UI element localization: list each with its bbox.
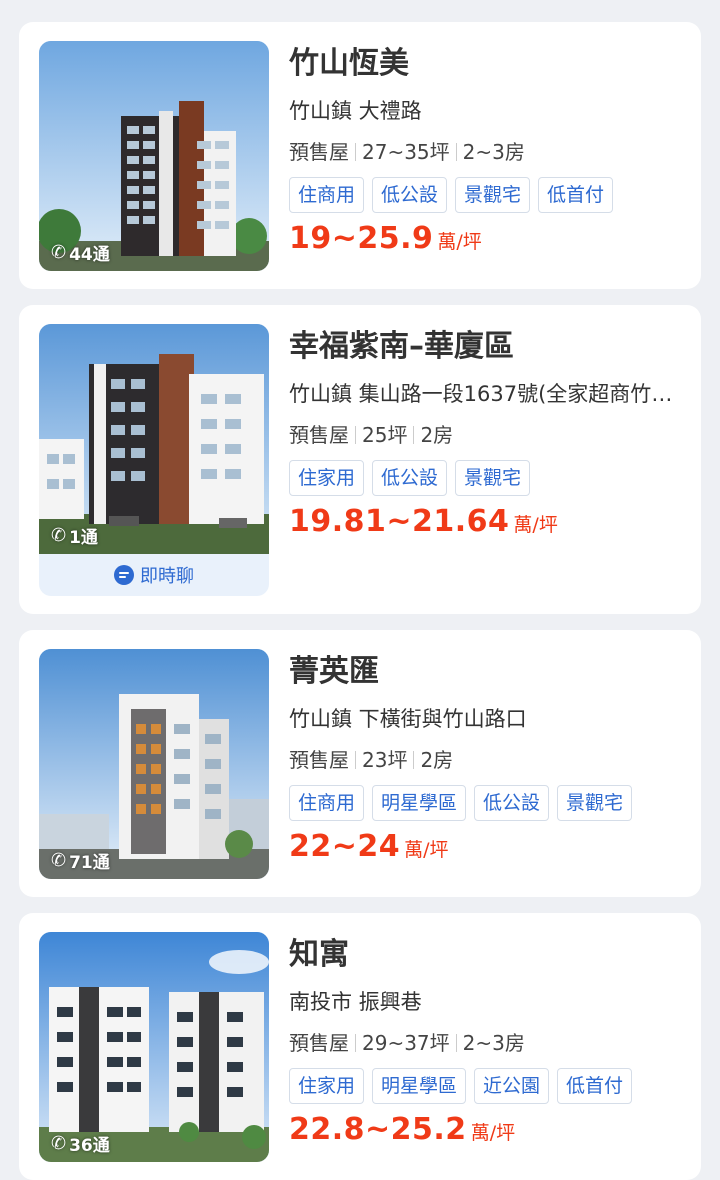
call-count-text: 71通 [69,853,110,873]
listing-size: 25坪 [362,423,408,447]
listing-name[interactable]: 知寓 [289,936,681,974]
feature-tag: 低公設 [474,785,550,821]
listing-size: 23坪 [362,748,408,772]
feature-tag: 低首付 [538,177,614,213]
phone-icon: ✆ [51,850,67,871]
price-value: 19.81~21.64 [289,504,510,539]
listing-photo[interactable]: ✆ 1通 [39,324,269,554]
building-render-image [39,41,269,271]
building-render-image [39,932,269,1162]
listing-meta: 預售屋 27~35坪 2~3房 [289,139,681,165]
listing-photo[interactable]: ✆ 36通 [39,932,269,1162]
listing-card[interactable]: ✆ 71通 菁英匯 竹山鎮 下橫街與竹山路口 預售屋 23坪 2房 住商用 明星… [19,630,701,897]
listing-price: 19~25.9 萬/坪 [289,221,681,256]
listing-address: 竹山鎮 集山路一段1637號(全家超商竹山集山店旁) [289,382,681,406]
tag-list: 住商用 低公設 景觀宅 低首付 [289,177,681,213]
listing-name[interactable]: 菁英匯 [289,653,681,691]
tag-list: 住家用 低公設 景觀宅 [289,460,681,496]
price-unit: 萬/坪 [404,839,449,861]
listing-size: 29~37坪 [362,1031,450,1055]
tag-list: 住家用 明星學區 近公園 低首付 [289,1068,681,1104]
divider [455,143,457,161]
listing-address: 南投市 振興巷 [289,990,422,1014]
call-count-text: 44通 [69,245,110,265]
feature-tag: 景觀宅 [557,785,633,821]
listing-list: ✆ 44通 竹山恆美 竹山鎮 大禮路 預售屋 27~35坪 2~3房 住商用 低… [0,0,720,1180]
price-value: 19~25.9 [289,221,434,256]
price-value: 22~24 [289,829,401,864]
chat-bubble-icon [114,565,134,585]
listing-meta: 預售屋 25坪 2房 [289,422,681,448]
feature-tag: 低公設 [372,460,448,496]
feature-tag: 住家用 [289,1068,365,1104]
listing-card[interactable]: ✆ 44通 竹山恆美 竹山鎮 大禮路 預售屋 27~35坪 2~3房 住商用 低… [19,22,701,289]
feature-tag: 明星學區 [372,1068,467,1104]
listing-rooms: 2房 [420,748,454,772]
listing-rooms: 2~3房 [462,140,525,164]
listing-name[interactable]: 竹山恆美 [289,45,681,83]
call-count-text: 1通 [69,528,98,548]
listing-size: 27~35坪 [362,140,450,164]
divider [355,426,356,444]
listing-price: 22~24 萬/坪 [289,829,681,864]
listing-meta: 預售屋 29~37坪 2~3房 [289,1030,681,1056]
listing-photo[interactable]: ✆ 71通 [39,649,269,879]
price-value: 22.8~25.2 [289,1112,467,1147]
divider [413,751,415,769]
call-count: ✆ 44通 [51,240,110,265]
listing-price: 22.8~25.2 萬/坪 [289,1112,681,1147]
price-unit: 萬/坪 [437,231,482,253]
tag-list: 住商用 明星學區 低公設 景觀宅 [289,785,681,821]
listing-type: 預售屋 [289,140,349,164]
listing-rooms: 2房 [420,423,454,447]
divider [455,1034,457,1052]
feature-tag: 住商用 [289,785,365,821]
phone-icon: ✆ [51,525,67,546]
listing-address: 竹山鎮 下橫街與竹山路口 [289,707,527,731]
call-count: ✆ 1通 [51,523,98,548]
listing-card[interactable]: ✆ 1通 即時聊 幸福紫南–華廈區 竹山鎮 集山路一段1637號(全家超商竹山集… [19,305,701,614]
price-unit: 萬/坪 [470,1122,516,1144]
phone-icon: ✆ [51,1133,67,1154]
live-chat-button[interactable]: 即時聊 [39,554,269,596]
call-count-text: 36通 [69,1136,110,1156]
phone-icon: ✆ [51,242,67,263]
divider [355,143,356,161]
live-chat-label: 即時聊 [140,566,194,587]
building-render-image [39,649,269,879]
listing-type: 預售屋 [289,423,349,447]
feature-tag: 住家用 [289,460,365,496]
feature-tag: 明星學區 [372,785,467,821]
listing-address: 竹山鎮 大禮路 [289,99,422,123]
divider [413,426,415,444]
divider [355,1034,356,1052]
feature-tag: 住商用 [289,177,365,213]
feature-tag: 低首付 [557,1068,633,1104]
listing-photo[interactable]: ✆ 44通 [39,41,269,271]
divider [355,751,356,769]
listing-rooms: 2~3房 [462,1031,525,1055]
listing-type: 預售屋 [289,1031,349,1055]
price-unit: 萬/坪 [513,514,558,536]
listing-type: 預售屋 [289,748,349,772]
listing-card[interactable]: ✆ 36通 知寓 南投市 振興巷 預售屋 29~37坪 2~3房 住家用 明星學… [19,913,701,1180]
listing-price: 19.81~21.64 萬/坪 [289,504,681,539]
feature-tag: 景觀宅 [455,460,531,496]
call-count: ✆ 36通 [51,1131,110,1156]
listing-name[interactable]: 幸福紫南–華廈區 [289,328,681,366]
feature-tag: 近公園 [474,1068,550,1104]
listing-meta: 預售屋 23坪 2房 [289,747,681,773]
call-count: ✆ 71通 [51,848,110,873]
feature-tag: 低公設 [372,177,448,213]
building-render-image [39,324,269,554]
feature-tag: 景觀宅 [455,177,531,213]
